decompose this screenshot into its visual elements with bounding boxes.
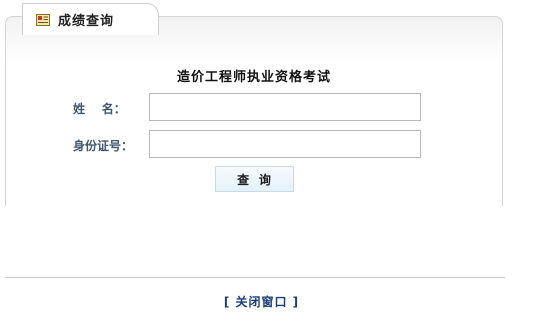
close-window-link[interactable]: [ 关闭窗口 ] [0, 293, 523, 310]
name-input[interactable] [149, 93, 421, 121]
form-title: 造价工程师执业资格考试 [176, 70, 331, 85]
tab-score-query: 成绩查询 [22, 3, 159, 35]
score-query-page: 成绩查询 造价工程师执业资格考试 姓 名： 身份证号： 查 询 [ 关闭窗口 ] [0, 0, 535, 317]
tab-title: 成绩查询 [58, 14, 115, 29]
id-number-label: 身份证号： [73, 139, 134, 153]
id-number-input[interactable] [149, 130, 421, 158]
certificate-icon [36, 13, 50, 26]
footer-divider [5, 277, 505, 278]
name-label: 姓 名： [73, 102, 126, 116]
query-button[interactable]: 查 询 [215, 166, 294, 192]
